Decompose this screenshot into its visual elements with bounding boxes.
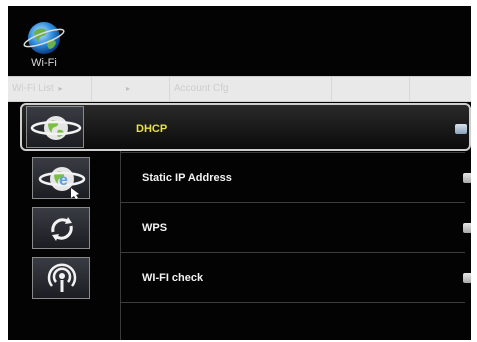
list-item-label: DHCP <box>136 123 168 135</box>
list-divider <box>120 302 465 303</box>
svg-text:e: e <box>59 172 68 189</box>
list-item-wps[interactable]: WPS <box>24 204 471 252</box>
checkbox[interactable] <box>455 124 467 134</box>
globe-orbit-icon <box>26 106 84 148</box>
globe-icon <box>23 22 65 54</box>
list-item-wifi-check[interactable]: WI-FI check <box>24 254 471 302</box>
list-item-dhcp[interactable]: DHCP <box>20 103 471 151</box>
tab-account-cfg-label: Account Cfg <box>174 83 229 94</box>
checkbox[interactable] <box>463 173 471 183</box>
list-divider <box>120 252 465 253</box>
wifi-signal-icon <box>32 257 90 299</box>
list-item-label: WPS <box>142 222 168 234</box>
list-divider <box>120 152 465 153</box>
list-item-static-ip[interactable]: e Static IP Address <box>24 154 471 202</box>
list-item-label: WI-FI check <box>142 272 204 284</box>
list-item-label: Static IP Address <box>142 172 232 184</box>
wps-refresh-icon <box>32 207 90 249</box>
chevron-right-icon: ▸ <box>58 84 63 93</box>
tab-4[interactable] <box>332 77 410 101</box>
checkbox[interactable] <box>463 223 471 233</box>
tab-bar: Wi-Fi List ▸ ▸ Account Cfg <box>8 76 471 102</box>
app-title: Wi-Fi <box>31 57 57 69</box>
checkbox[interactable] <box>463 273 471 283</box>
tab-wifi-list-label: Wi-Fi List <box>12 83 54 94</box>
tab-5[interactable] <box>410 77 471 101</box>
tab-2[interactable]: ▸ <box>92 77 170 101</box>
wifi-settings-screen: Wi-Fi Wi-Fi List ▸ ▸ Account Cfg DHCP e … <box>8 6 471 340</box>
wifi-logo: Wi-Fi <box>22 16 66 72</box>
tab-wifi-list[interactable]: Wi-Fi List ▸ <box>8 77 92 101</box>
globe-ie-icon: e <box>32 157 90 199</box>
list-divider <box>120 202 465 203</box>
chevron-right-icon: ▸ <box>126 84 131 93</box>
tab-account-cfg[interactable]: Account Cfg <box>170 77 332 101</box>
